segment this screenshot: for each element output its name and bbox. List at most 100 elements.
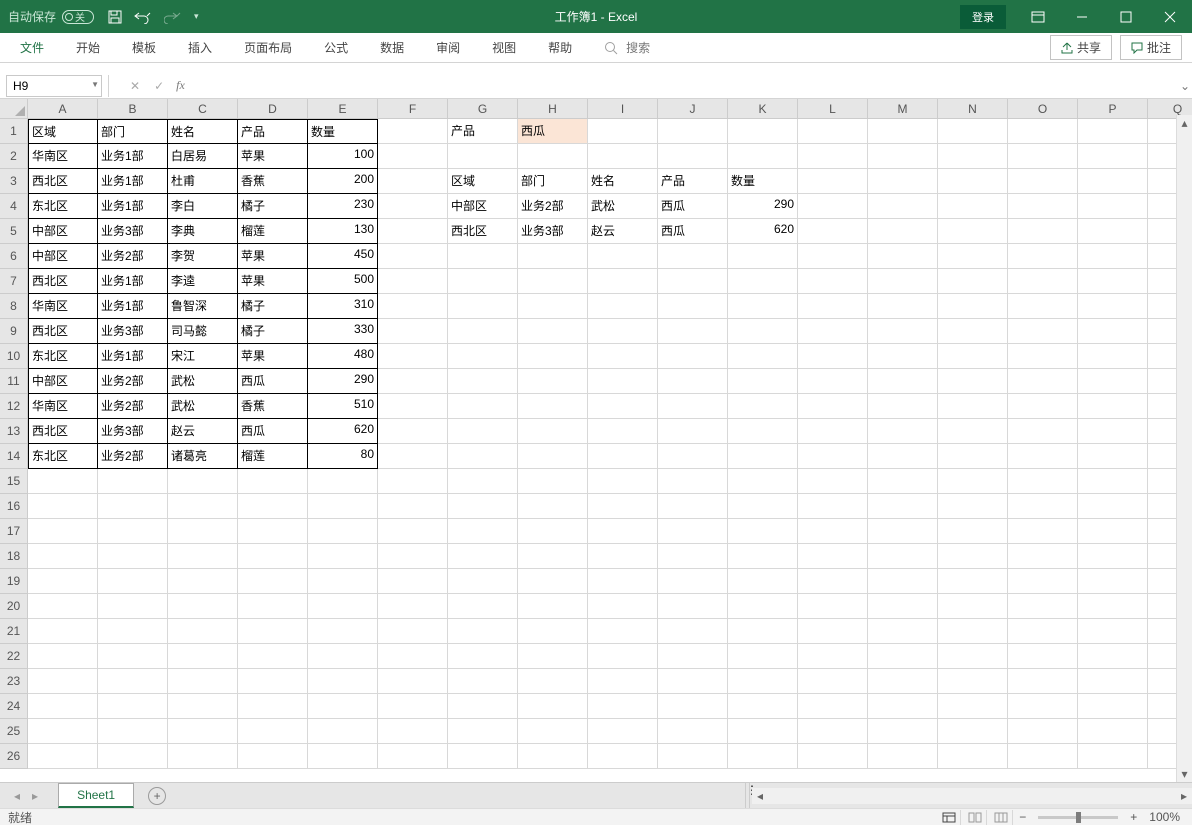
cell-G2[interactable] — [448, 144, 518, 169]
row-header-3[interactable]: 3 — [0, 169, 28, 194]
cell-C22[interactable] — [168, 644, 238, 669]
cell-G12[interactable] — [448, 394, 518, 419]
cell-C4[interactable]: 李白 — [168, 194, 238, 219]
cell-A23[interactable] — [28, 669, 98, 694]
cell-F16[interactable] — [378, 494, 448, 519]
cell-F21[interactable] — [378, 619, 448, 644]
cell-A10[interactable]: 东北区 — [28, 344, 98, 369]
column-header-G[interactable]: G — [448, 99, 518, 119]
cell-E15[interactable] — [308, 469, 378, 494]
cell-L13[interactable] — [798, 419, 868, 444]
cell-I3[interactable]: 姓名 — [588, 169, 658, 194]
row-header-15[interactable]: 15 — [0, 469, 28, 494]
cell-N24[interactable] — [938, 694, 1008, 719]
cell-P12[interactable] — [1078, 394, 1148, 419]
cell-O25[interactable] — [1008, 719, 1078, 744]
cell-O15[interactable] — [1008, 469, 1078, 494]
cell-P3[interactable] — [1078, 169, 1148, 194]
cell-H10[interactable] — [518, 344, 588, 369]
cell-B17[interactable] — [98, 519, 168, 544]
cell-N15[interactable] — [938, 469, 1008, 494]
cell-L5[interactable] — [798, 219, 868, 244]
cell-G16[interactable] — [448, 494, 518, 519]
cell-K18[interactable] — [728, 544, 798, 569]
cell-H18[interactable] — [518, 544, 588, 569]
row-header-10[interactable]: 10 — [0, 344, 28, 369]
row-header-17[interactable]: 17 — [0, 519, 28, 544]
cell-P25[interactable] — [1078, 719, 1148, 744]
cell-F18[interactable] — [378, 544, 448, 569]
tab-scroll-handle[interactable]: ⋮ — [745, 783, 750, 809]
cell-K3[interactable]: 数量 — [728, 169, 798, 194]
cell-I10[interactable] — [588, 344, 658, 369]
cell-E9[interactable]: 330 — [308, 319, 378, 344]
cell-H26[interactable] — [518, 744, 588, 769]
chevron-down-icon[interactable]: ▼ — [91, 80, 99, 89]
cell-I19[interactable] — [588, 569, 658, 594]
cell-P19[interactable] — [1078, 569, 1148, 594]
cell-L1[interactable] — [798, 119, 868, 144]
row-header-2[interactable]: 2 — [0, 144, 28, 169]
cell-B12[interactable]: 业务2部 — [98, 394, 168, 419]
ribbon-tab-文件[interactable]: 文件 — [18, 33, 46, 62]
cell-B25[interactable] — [98, 719, 168, 744]
cell-M17[interactable] — [868, 519, 938, 544]
cell-K9[interactable] — [728, 319, 798, 344]
cell-A13[interactable]: 西北区 — [28, 419, 98, 444]
cell-L21[interactable] — [798, 619, 868, 644]
cell-E17[interactable] — [308, 519, 378, 544]
cell-N22[interactable] — [938, 644, 1008, 669]
cell-J3[interactable]: 产品 — [658, 169, 728, 194]
cell-C9[interactable]: 司马懿 — [168, 319, 238, 344]
row-header-24[interactable]: 24 — [0, 694, 28, 719]
cell-A6[interactable]: 中部区 — [28, 244, 98, 269]
cell-E18[interactable] — [308, 544, 378, 569]
cell-E26[interactable] — [308, 744, 378, 769]
cell-F20[interactable] — [378, 594, 448, 619]
cell-K19[interactable] — [728, 569, 798, 594]
close-button[interactable] — [1148, 0, 1192, 33]
cell-J17[interactable] — [658, 519, 728, 544]
cell-E4[interactable]: 230 — [308, 194, 378, 219]
cell-B24[interactable] — [98, 694, 168, 719]
cell-A8[interactable]: 华南区 — [28, 294, 98, 319]
cell-D3[interactable]: 香蕉 — [238, 169, 308, 194]
cell-P22[interactable] — [1078, 644, 1148, 669]
column-header-D[interactable]: D — [238, 99, 308, 119]
cell-A2[interactable]: 华南区 — [28, 144, 98, 169]
cell-K1[interactable] — [728, 119, 798, 144]
cell-F15[interactable] — [378, 469, 448, 494]
cell-G6[interactable] — [448, 244, 518, 269]
cell-G10[interactable] — [448, 344, 518, 369]
cell-K22[interactable] — [728, 644, 798, 669]
cell-P10[interactable] — [1078, 344, 1148, 369]
normal-view-icon[interactable] — [937, 810, 961, 825]
cell-N17[interactable] — [938, 519, 1008, 544]
cell-E6[interactable]: 450 — [308, 244, 378, 269]
cell-P21[interactable] — [1078, 619, 1148, 644]
cell-D4[interactable]: 橘子 — [238, 194, 308, 219]
ribbon-tab-插入[interactable]: 插入 — [186, 33, 214, 62]
cell-P14[interactable] — [1078, 444, 1148, 469]
cell-B2[interactable]: 业务1部 — [98, 144, 168, 169]
cell-M15[interactable] — [868, 469, 938, 494]
cell-O11[interactable] — [1008, 369, 1078, 394]
cell-F22[interactable] — [378, 644, 448, 669]
cell-N13[interactable] — [938, 419, 1008, 444]
login-button[interactable]: 登录 — [960, 5, 1006, 29]
cell-E8[interactable]: 310 — [308, 294, 378, 319]
zoom-in-button[interactable]: + — [1130, 810, 1137, 824]
cell-D23[interactable] — [238, 669, 308, 694]
cell-M4[interactable] — [868, 194, 938, 219]
cell-L6[interactable] — [798, 244, 868, 269]
toggle-switch[interactable]: 关 — [62, 10, 94, 24]
undo-button[interactable] — [134, 10, 152, 24]
cell-J10[interactable] — [658, 344, 728, 369]
cell-K11[interactable] — [728, 369, 798, 394]
cell-I25[interactable] — [588, 719, 658, 744]
cell-G4[interactable]: 中部区 — [448, 194, 518, 219]
cell-D16[interactable] — [238, 494, 308, 519]
cell-M12[interactable] — [868, 394, 938, 419]
cell-O5[interactable] — [1008, 219, 1078, 244]
cell-L19[interactable] — [798, 569, 868, 594]
